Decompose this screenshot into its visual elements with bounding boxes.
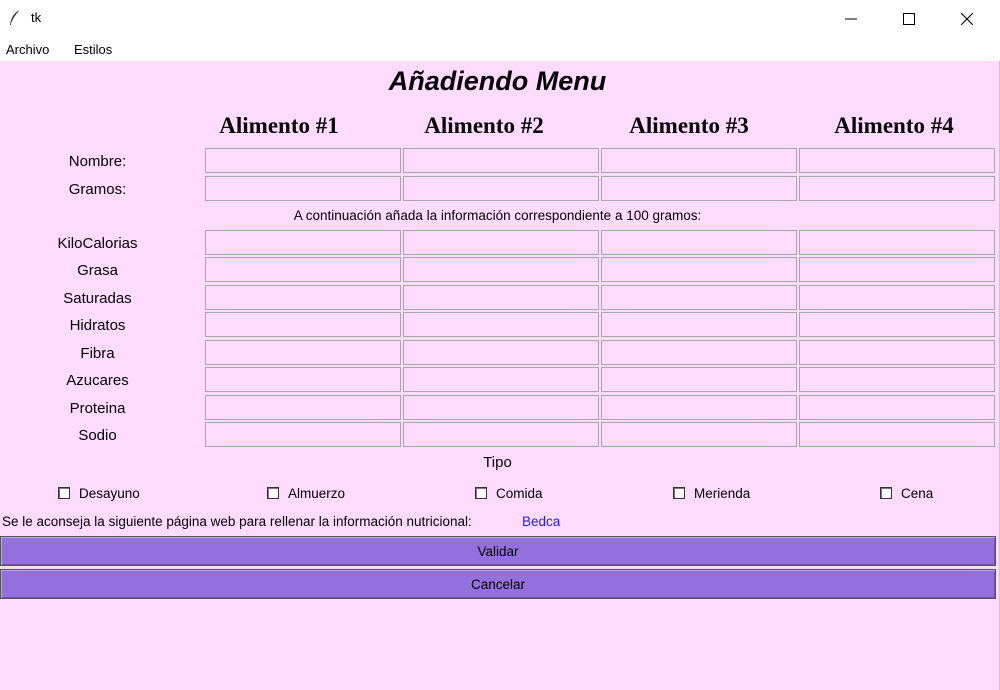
row-label-sodio: Sodio bbox=[78, 427, 117, 444]
row-label-fibra: Fibra bbox=[80, 345, 115, 362]
fibra-field-3[interactable] bbox=[601, 340, 797, 365]
checkbox-label-almuerzo: Almuerzo bbox=[288, 485, 346, 501]
checkbox-box[interactable] bbox=[58, 487, 70, 499]
validate-button[interactable]: Validar bbox=[0, 536, 996, 566]
sodio-field-3[interactable] bbox=[601, 422, 797, 447]
gramos-field-3[interactable] bbox=[601, 176, 797, 201]
azucares-field-2[interactable] bbox=[403, 367, 599, 392]
hidratos-field-3[interactable] bbox=[601, 312, 797, 337]
maximize-button[interactable] bbox=[880, 0, 938, 38]
page-title: Añadiendo Menu bbox=[388, 66, 607, 96]
checkbox-almuerzo[interactable]: Almuerzo bbox=[267, 484, 345, 502]
kilocalorias-field-4[interactable] bbox=[799, 230, 995, 255]
hidratos-field-2[interactable] bbox=[403, 312, 599, 337]
grasa-field-4[interactable] bbox=[799, 257, 995, 282]
fibra-field-1[interactable] bbox=[205, 340, 401, 365]
row-label-kilocalorias: KiloCalorias bbox=[57, 235, 138, 252]
row-label-saturadas: Saturadas bbox=[63, 290, 132, 307]
info-text: A continuación añada la información corr… bbox=[293, 208, 702, 223]
checkbox-label-cena: Cena bbox=[901, 485, 934, 501]
grasa-field-2[interactable] bbox=[403, 257, 599, 282]
checkbox-box[interactable] bbox=[267, 487, 279, 499]
checkbox-label-comida: Comida bbox=[496, 485, 543, 501]
nombre-field-2[interactable] bbox=[403, 148, 599, 173]
row-label-gramos: Gramos: bbox=[68, 181, 127, 198]
gramos-field-4[interactable] bbox=[799, 176, 995, 201]
checkbox-label-desayuno: Desayuno bbox=[79, 485, 140, 501]
sodio-field-2[interactable] bbox=[403, 422, 599, 447]
row-label-proteina: Proteina bbox=[69, 400, 126, 417]
menu-estilos[interactable]: Estilos bbox=[74, 42, 112, 57]
sodio-field-4[interactable] bbox=[799, 422, 995, 447]
azucares-field-1[interactable] bbox=[205, 367, 401, 392]
proteina-field-3[interactable] bbox=[601, 395, 797, 420]
proteina-field-1[interactable] bbox=[205, 395, 401, 420]
fibra-field-2[interactable] bbox=[403, 340, 599, 365]
gramos-field-2[interactable] bbox=[403, 176, 599, 201]
row-label-nombre: Nombre: bbox=[68, 153, 127, 170]
kilocalorias-field-3[interactable] bbox=[601, 230, 797, 255]
kilocalorias-field-2[interactable] bbox=[403, 230, 599, 255]
sodio-field-1[interactable] bbox=[205, 422, 401, 447]
column-header-alimento-1: Alimento #1 bbox=[219, 113, 339, 138]
checkbox-box[interactable] bbox=[673, 487, 685, 499]
tipo-label: Tipo bbox=[483, 454, 512, 471]
checkbox-cena[interactable]: Cena bbox=[880, 484, 933, 502]
advice-text: Se le aconseja la siguiente página web p… bbox=[2, 514, 472, 529]
cancel-button[interactable]: Cancelar bbox=[0, 569, 996, 599]
column-header-alimento-2: Alimento #2 bbox=[424, 113, 544, 138]
nombre-field-3[interactable] bbox=[601, 148, 797, 173]
window-title: tk bbox=[31, 10, 42, 25]
kilocalorias-field-1[interactable] bbox=[205, 230, 401, 255]
checkbox-merienda[interactable]: Merienda bbox=[673, 484, 750, 502]
saturadas-field-2[interactable] bbox=[403, 285, 599, 310]
checkbox-comida[interactable]: Comida bbox=[475, 484, 543, 502]
menu-bar: Archivo Estilos bbox=[0, 38, 1000, 61]
fibra-field-4[interactable] bbox=[799, 340, 995, 365]
row-label-hidratos: Hidratos bbox=[69, 317, 126, 334]
gramos-field-1[interactable] bbox=[205, 176, 401, 201]
azucares-field-3[interactable] bbox=[601, 367, 797, 392]
feather-icon bbox=[10, 9, 21, 25]
saturadas-field-1[interactable] bbox=[205, 285, 401, 310]
row-label-grasa: Grasa bbox=[77, 262, 118, 279]
bedca-link[interactable]: Bedca bbox=[522, 514, 560, 529]
maximize-icon bbox=[903, 13, 915, 25]
form-area: Añadiendo Menu Alimento #1 Alimento #2 A… bbox=[0, 61, 1000, 690]
nombre-field-1[interactable] bbox=[205, 148, 401, 173]
close-icon bbox=[961, 13, 973, 25]
checkbox-label-merienda: Merienda bbox=[694, 485, 751, 501]
grasa-field-1[interactable] bbox=[205, 257, 401, 282]
nombre-field-4[interactable] bbox=[799, 148, 995, 173]
close-button[interactable] bbox=[938, 0, 996, 38]
column-header-alimento-3: Alimento #3 bbox=[629, 113, 749, 138]
row-label-azucares: Azucares bbox=[66, 372, 129, 389]
menu-archivo[interactable]: Archivo bbox=[6, 42, 49, 57]
checkbox-box[interactable] bbox=[880, 487, 892, 499]
checkbox-box[interactable] bbox=[475, 487, 487, 499]
proteina-field-4[interactable] bbox=[799, 395, 995, 420]
grasa-field-3[interactable] bbox=[601, 257, 797, 282]
azucares-field-4[interactable] bbox=[799, 367, 995, 392]
saturadas-field-4[interactable] bbox=[799, 285, 995, 310]
column-header-alimento-4: Alimento #4 bbox=[834, 113, 954, 138]
minimize-button[interactable] bbox=[822, 0, 880, 38]
saturadas-field-3[interactable] bbox=[601, 285, 797, 310]
proteina-field-2[interactable] bbox=[403, 395, 599, 420]
checkbox-desayuno[interactable]: Desayuno bbox=[58, 484, 140, 502]
hidratos-field-4[interactable] bbox=[799, 312, 995, 337]
minimize-icon bbox=[845, 18, 857, 20]
title-bar: tk bbox=[0, 0, 1000, 38]
hidratos-field-1[interactable] bbox=[205, 312, 401, 337]
